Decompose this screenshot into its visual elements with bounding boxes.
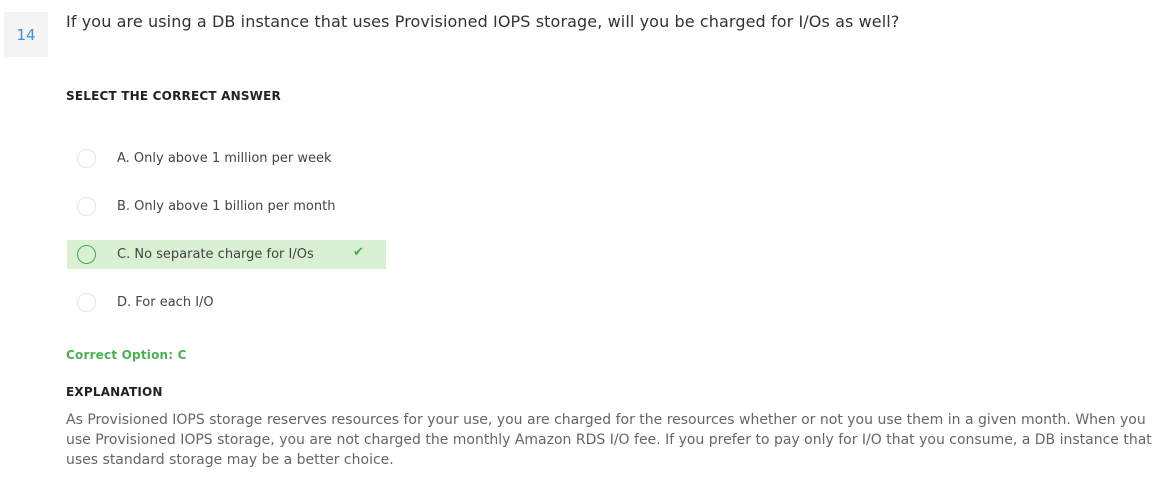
option-label: B. Only above 1 billion per month [117, 199, 336, 214]
correct-option-text: Correct Option: C [66, 348, 187, 362]
option-a[interactable]: A. Only above 1 million per week [67, 144, 386, 173]
question-text: If you are using a DB instance that uses… [66, 12, 900, 31]
option-c[interactable]: C. No separate charge for I/Os ✔ [67, 240, 386, 269]
explanation-text: As Provisioned IOPS storage reserves res… [66, 412, 1152, 468]
select-answer-heading: SELECT THE CORRECT ANSWER [66, 89, 281, 103]
option-label: A. Only above 1 million per week [117, 151, 332, 166]
radio-icon[interactable] [77, 293, 96, 312]
radio-icon[interactable] [77, 197, 96, 216]
question-number: 14 [4, 12, 48, 57]
option-b[interactable]: B. Only above 1 billion per month [67, 192, 386, 221]
radio-icon[interactable] [77, 149, 96, 168]
radio-icon[interactable] [77, 245, 96, 264]
check-icon: ✔ [353, 245, 364, 260]
option-label: C. No separate charge for I/Os [117, 247, 314, 262]
option-label: D. For each I/O [117, 295, 214, 310]
explanation-heading: EXPLANATION [66, 385, 163, 399]
option-d[interactable]: D. For each I/O [67, 288, 386, 317]
